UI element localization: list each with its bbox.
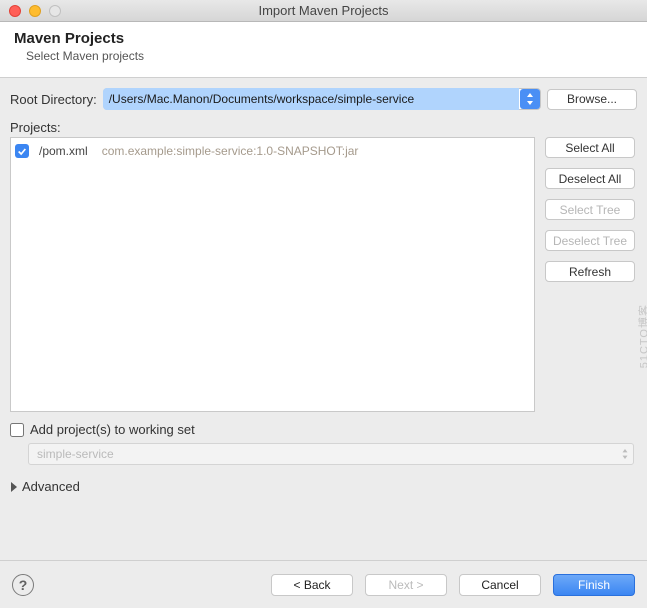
root-directory-combo[interactable]: /Users/Mac.Manon/Documents/workspace/sim… — [103, 88, 541, 110]
projects-label: Projects: — [10, 120, 637, 135]
projects-buttons: Select All Deselect All Select Tree Dese… — [545, 137, 637, 412]
titlebar: Import Maven Projects — [0, 0, 647, 22]
root-directory-label: Root Directory: — [10, 92, 97, 107]
deselect-all-button[interactable]: Deselect All — [545, 168, 635, 189]
page-title: Maven Projects — [14, 30, 633, 47]
project-artifact: com.example:simple-service:1.0-SNAPSHOT:… — [102, 144, 359, 158]
advanced-toggle[interactable]: Advanced — [10, 479, 637, 494]
refresh-button[interactable]: Refresh — [545, 261, 635, 282]
project-checkbox[interactable] — [15, 144, 29, 158]
deselect-tree-button: Deselect Tree — [545, 230, 635, 251]
select-all-button[interactable]: Select All — [545, 137, 635, 158]
root-directory-value[interactable]: /Users/Mac.Manon/Documents/workspace/sim… — [103, 88, 519, 110]
advanced-label: Advanced — [22, 479, 80, 494]
back-button[interactable]: < Back — [271, 574, 353, 596]
help-icon[interactable]: ? — [12, 574, 34, 596]
window-title: Import Maven Projects — [0, 3, 647, 18]
root-directory-row: Root Directory: /Users/Mac.Manon/Documen… — [10, 88, 637, 110]
finish-button[interactable]: Finish — [553, 574, 635, 596]
projects-list[interactable]: /pom.xml com.example:simple-service:1.0-… — [10, 137, 535, 412]
project-file: /pom.xml — [39, 144, 88, 158]
working-set-row[interactable]: Add project(s) to working set — [10, 422, 637, 437]
project-item[interactable]: /pom.xml com.example:simple-service:1.0-… — [15, 144, 530, 158]
chevron-updown-icon[interactable] — [520, 89, 540, 109]
working-set-label: Add project(s) to working set — [30, 422, 195, 437]
page-subtitle: Select Maven projects — [14, 49, 633, 63]
select-tree-button: Select Tree — [545, 199, 635, 220]
wizard-footer: ? < Back Next > Cancel Finish — [0, 560, 647, 608]
content-area: Root Directory: /Users/Mac.Manon/Documen… — [0, 78, 647, 500]
wizard-banner: Maven Projects Select Maven projects — [0, 22, 647, 78]
working-set-value: simple-service — [37, 447, 114, 461]
next-button: Next > — [365, 574, 447, 596]
working-set-select: simple-service — [28, 443, 634, 465]
chevron-right-icon — [10, 482, 18, 492]
browse-button[interactable]: Browse... — [547, 89, 637, 110]
projects-section: /pom.xml com.example:simple-service:1.0-… — [10, 137, 637, 412]
chevron-updown-icon — [621, 449, 629, 459]
cancel-button[interactable]: Cancel — [459, 574, 541, 596]
working-set-checkbox[interactable] — [10, 423, 24, 437]
